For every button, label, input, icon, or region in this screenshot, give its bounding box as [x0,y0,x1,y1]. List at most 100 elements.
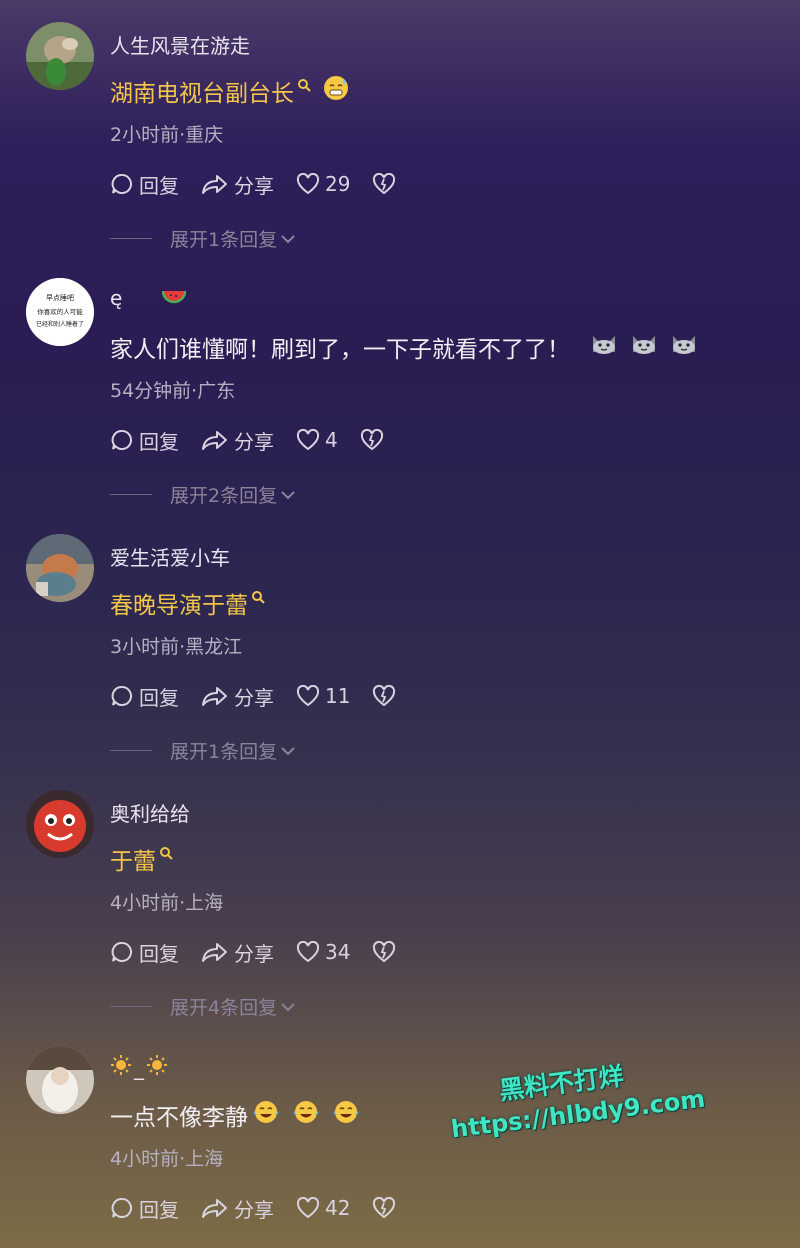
search-icon[interactable] [297,78,311,92]
dislike-button[interactable] [372,941,401,963]
like-button[interactable]: 11 [296,684,350,708]
dislike-button[interactable] [372,1197,401,1219]
action-bar: 回复 分享 29 [110,170,423,198]
username[interactable]: 人生风景在游走 [110,30,250,59]
reply-button[interactable]: 回复 [110,1194,179,1223]
timestamp-location: 54分钟前·广东 [110,380,236,402]
expand-replies[interactable]: 展开4条回复 [110,993,296,1020]
broken-heart-icon [360,429,383,451]
dislike-button[interactable] [372,173,401,195]
heart-icon [296,941,320,963]
mention-link[interactable]: 于蕾 [110,842,156,876]
like-count: 4 [325,428,338,452]
comment-item: 人生风景在游走 湖南电视台副台长 2小时前·重庆 回复 分享 29 展开1条回复 [0,0,800,256]
avatar[interactable] [26,534,94,602]
comment-text[interactable]: 湖南电视台副台长 [110,74,349,108]
mention-link[interactable]: 春晚导演于蕾 [110,586,248,620]
share-button[interactable]: 分享 [201,170,274,199]
timestamp-location: 2小时前·重庆 [110,124,224,146]
like-count: 11 [325,684,351,708]
cat-emoji [590,332,618,362]
comment-icon [111,1197,133,1218]
avatar[interactable] [26,1046,94,1114]
mention-link[interactable]: 湖南电视台副台长 [110,74,294,108]
share-button[interactable]: 分享 [201,426,274,455]
sun-emoji [110,1054,132,1081]
like-count: 34 [325,940,351,964]
share-button[interactable]: 分享 [201,938,274,967]
dislike-button[interactable] [372,685,401,707]
avatar[interactable]: 早点睡吧 你喜欢的人可能 已经和别人睡着了 [26,278,94,346]
search-icon[interactable] [159,846,173,860]
cat-emoji [670,332,698,362]
comment-icon [111,685,133,706]
action-bar: 回复 分享 42 [110,1194,423,1222]
share-icon [202,175,227,194]
comment-item: 爱生活爱小车 春晚导演于蕾 3小时前·黑龙江 回复 分享 11 展开1条回复 [0,512,800,768]
chevron-down-icon [281,490,295,499]
chevron-down-icon [281,746,295,755]
comment-text[interactable]: 春晚导演于蕾 [110,586,265,620]
broken-heart-icon [373,685,396,707]
divider [110,238,152,239]
laugh-cry-emoji [332,1099,360,1131]
laugh-cry-emoji [252,1099,280,1131]
expand-replies[interactable]: 展开1条回复 [110,737,296,764]
comment-icon [111,941,133,962]
avatar[interactable] [26,790,94,858]
chevron-down-icon [281,234,295,243]
like-button[interactable]: 4 [296,428,338,452]
avatar-caption: 你喜欢的人可能 [37,307,83,316]
search-icon[interactable] [251,590,265,604]
divider [110,750,152,751]
share-icon [202,943,227,962]
avatar-caption: 早点睡吧 [46,294,74,302]
share-icon [202,1199,227,1218]
share-button[interactable]: 分享 [201,1194,274,1223]
reply-button[interactable]: 回复 [110,426,179,455]
comment-item: 奥利给给 于蕾 4小时前·上海 回复 分享 34 展开4条回复 [0,768,800,1024]
expand-replies[interactable]: 展开1条回复 [110,225,296,252]
cat-emoji [630,332,658,362]
reply-button[interactable]: 回复 [110,170,179,199]
heart-icon [296,429,320,451]
broken-heart-icon [373,1197,396,1219]
broken-heart-icon [373,173,396,195]
action-bar: 回复 分享 34 [110,938,423,966]
broken-heart-icon [373,941,396,963]
comment-text[interactable]: 家人们谁懂啊！刷到了，一下子就看不了了！ [110,330,698,364]
comment-text[interactable]: 一点不像李静 [110,1098,360,1132]
share-icon [202,687,227,706]
action-bar: 回复 分享 11 [110,682,423,710]
username[interactable]: 爱生活爱小车 [110,542,230,571]
like-button[interactable]: 34 [296,940,350,964]
sweat-smile-emoji [323,75,349,107]
avatar[interactable] [26,22,94,90]
watermelon-emoji [162,286,187,310]
heart-icon [296,173,320,195]
timestamp-location: 4小时前·上海 [110,1148,224,1170]
like-button[interactable]: 42 [296,1196,350,1220]
like-button[interactable]: 29 [296,172,350,196]
comment-text[interactable]: 于蕾 [110,842,173,876]
expand-replies[interactable]: 展开2条回复 [110,481,296,508]
timestamp-location: 3小时前·黑龙江 [110,636,243,658]
chevron-down-icon [281,1002,295,1011]
comment-item: 早点睡吧 你喜欢的人可能 已经和别人睡着了 ę 家人们谁懂啊！刷到了，一下子就看… [0,256,800,512]
reply-button[interactable]: 回复 [110,938,179,967]
share-button[interactable]: 分享 [201,682,274,711]
comment-icon [111,173,133,194]
username[interactable]: _ [110,1054,168,1081]
heart-icon [296,685,320,707]
avatar-caption: 已经和别人睡着了 [36,320,84,328]
username[interactable]: 奥利给给 [110,798,190,827]
timestamp-location: 4小时前·上海 [110,892,224,914]
dislike-button[interactable] [360,429,389,451]
laugh-cry-emoji [292,1099,320,1131]
comment-icon [111,429,133,450]
reply-button[interactable]: 回复 [110,682,179,711]
username[interactable]: ę [110,286,187,310]
like-count: 42 [325,1196,351,1220]
share-icon [202,431,227,450]
sun-emoji [146,1054,168,1081]
